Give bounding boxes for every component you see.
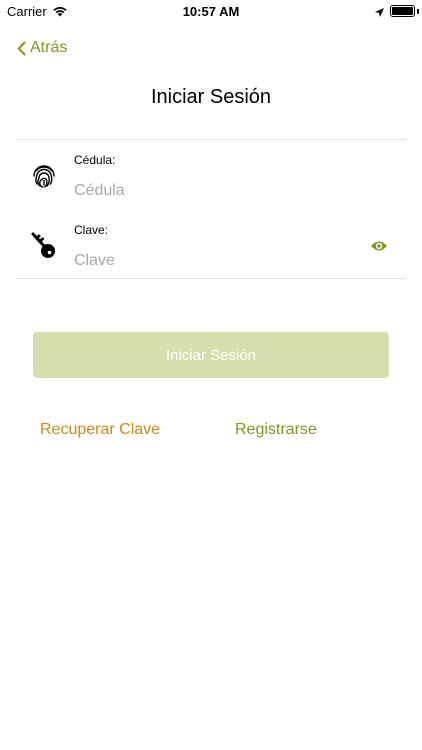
clave-field-row: Clave: [16,210,406,280]
chevron-left-icon [17,41,26,55]
key-icon [30,231,58,266]
login-button[interactable]: Iniciar Sesión [33,332,389,378]
login-screen: Carrier 10:57 AM Atrás Iniciar Sesión Cé… [0,0,422,750]
recover-password-link[interactable]: Recuperar Clave [40,421,160,439]
cedula-input[interactable] [74,179,364,203]
eye-icon[interactable] [370,239,388,257]
page-title: Iniciar Sesión [150,86,272,108]
back-button[interactable]: Atrás [17,37,67,59]
status-time: 10:57 AM [182,4,240,19]
cedula-field-row: Cédula: [16,140,406,210]
status-bar: Carrier 10:57 AM [0,0,422,24]
battery-cap [417,9,419,14]
register-link[interactable]: Registrarse [235,421,317,439]
clave-label: Clave: [74,223,109,237]
cedula-label: Cédula: [74,153,116,167]
clave-input[interactable] [74,249,364,273]
location-arrow-icon [374,5,385,23]
login-form: Cédula: Clave: [16,139,406,279]
fingerprint-icon [30,162,58,195]
battery-icon [390,5,415,17]
back-label: Atrás [30,39,68,56]
